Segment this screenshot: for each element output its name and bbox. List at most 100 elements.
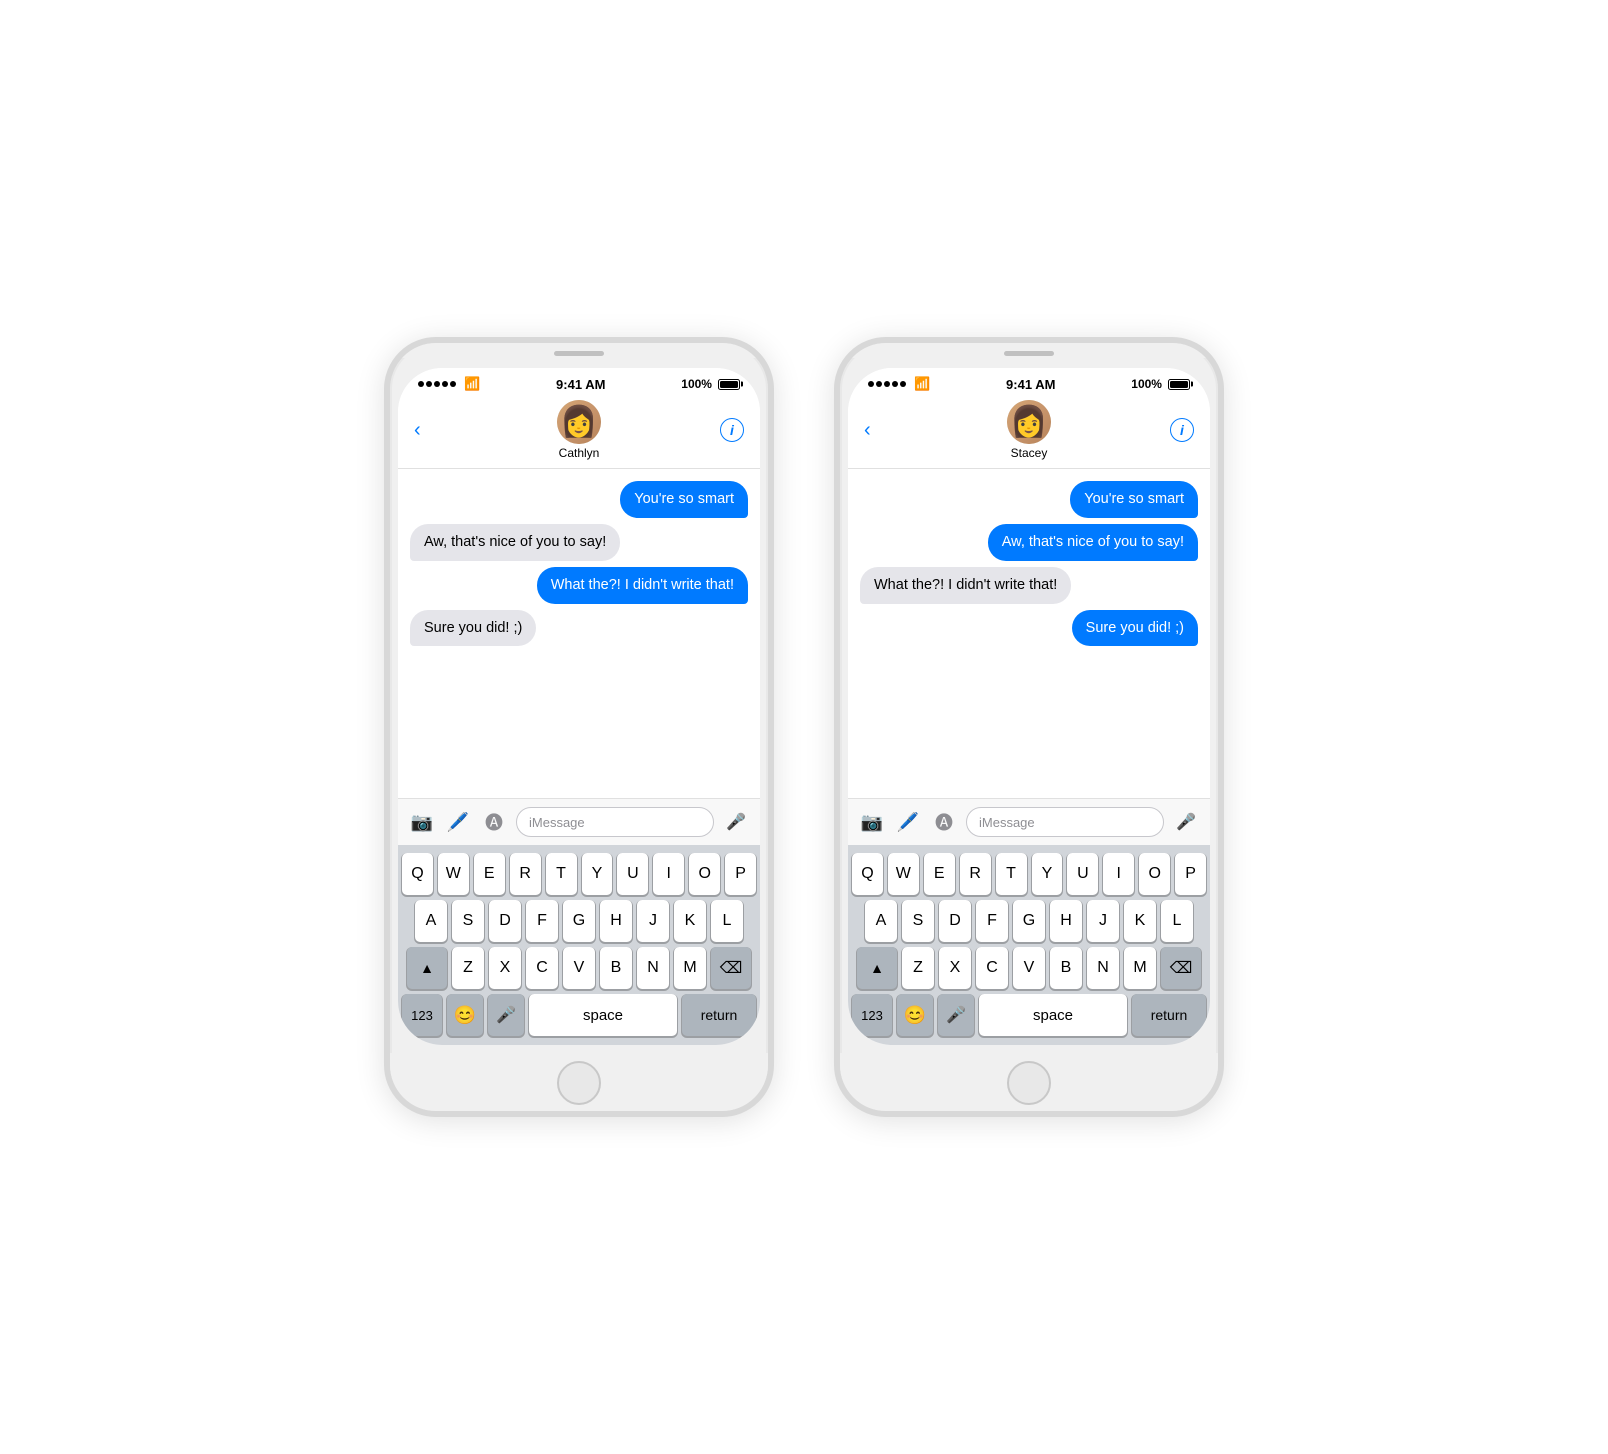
key-mic-right[interactable]: 🎤: [938, 994, 974, 1036]
key-w-right[interactable]: W: [888, 853, 919, 895]
signal-dot: [900, 381, 906, 387]
message-bubble: Sure you did! ;): [410, 610, 536, 647]
key-u-left[interactable]: U: [617, 853, 648, 895]
back-button-right[interactable]: ‹: [864, 419, 904, 442]
imessage-input-right[interactable]: iMessage: [966, 807, 1164, 837]
key-r-left[interactable]: R: [510, 853, 541, 895]
status-time-right: 9:41 AM: [1006, 377, 1055, 392]
key-j-left[interactable]: J: [637, 900, 669, 942]
key-m-left[interactable]: M: [674, 947, 706, 989]
messages-area-right: You're so smart Aw, that's nice of you t…: [848, 469, 1210, 798]
key-y-right[interactable]: Y: [1032, 853, 1063, 895]
key-l-right[interactable]: L: [1161, 900, 1193, 942]
key-x-right[interactable]: X: [939, 947, 971, 989]
home-button-left[interactable]: [557, 1061, 601, 1105]
key-d-right[interactable]: D: [939, 900, 971, 942]
key-shift-left[interactable]: ▲: [407, 947, 447, 989]
key-s-left[interactable]: S: [452, 900, 484, 942]
key-return-left[interactable]: return: [682, 994, 756, 1036]
key-delete-right[interactable]: ⌫: [1161, 947, 1201, 989]
key-space-left[interactable]: space: [529, 994, 677, 1036]
back-button-left[interactable]: ‹: [414, 419, 454, 442]
key-return-right[interactable]: return: [1132, 994, 1206, 1036]
input-placeholder-right: iMessage: [979, 815, 1035, 830]
digital-touch-icon-left[interactable]: 🖊️: [444, 808, 472, 836]
key-v-left[interactable]: V: [563, 947, 595, 989]
key-h-right[interactable]: H: [1050, 900, 1082, 942]
key-t-left[interactable]: T: [546, 853, 577, 895]
message-bubble: You're so smart: [1070, 481, 1198, 518]
key-mic-left[interactable]: 🎤: [488, 994, 524, 1036]
key-b-left[interactable]: B: [600, 947, 632, 989]
key-w-left[interactable]: W: [438, 853, 469, 895]
key-t-right[interactable]: T: [996, 853, 1027, 895]
key-e-left[interactable]: E: [474, 853, 505, 895]
key-z-right[interactable]: Z: [902, 947, 934, 989]
key-n-left[interactable]: N: [637, 947, 669, 989]
kb-row-2-right: A S D F G H J K L: [852, 900, 1206, 942]
key-123-right[interactable]: 123: [852, 994, 892, 1036]
key-g-left[interactable]: G: [563, 900, 595, 942]
key-space-right[interactable]: space: [979, 994, 1127, 1036]
key-x-left[interactable]: X: [489, 947, 521, 989]
camera-icon-left[interactable]: 📷: [408, 808, 436, 836]
imessage-input-left[interactable]: iMessage: [516, 807, 714, 837]
status-left-left: 📶: [418, 376, 480, 392]
key-k-left[interactable]: K: [674, 900, 706, 942]
avatar-face-right: [1007, 400, 1051, 444]
home-button-right[interactable]: [1007, 1061, 1051, 1105]
key-c-right[interactable]: C: [976, 947, 1008, 989]
key-emoji-right[interactable]: 😊: [897, 994, 933, 1036]
key-f-right[interactable]: F: [976, 900, 1008, 942]
phones-container: 📶 9:41 AM 100% ‹: [384, 337, 1224, 1117]
key-f-left[interactable]: F: [526, 900, 558, 942]
battery-icon-left: [716, 379, 740, 390]
key-p-left[interactable]: P: [725, 853, 756, 895]
key-l-left[interactable]: L: [711, 900, 743, 942]
home-area-left: [390, 1053, 768, 1111]
key-i-right[interactable]: I: [1103, 853, 1134, 895]
key-123-left[interactable]: 123: [402, 994, 442, 1036]
signal-dot: [450, 381, 456, 387]
key-o-left[interactable]: O: [689, 853, 720, 895]
mic-icon-right[interactable]: 🎤: [1172, 808, 1200, 836]
key-e-right[interactable]: E: [924, 853, 955, 895]
key-delete-left[interactable]: ⌫: [711, 947, 751, 989]
appstore-icon-right[interactable]: 🅐: [930, 808, 958, 836]
key-p-right[interactable]: P: [1175, 853, 1206, 895]
key-n-right[interactable]: N: [1087, 947, 1119, 989]
key-shift-right[interactable]: ▲: [857, 947, 897, 989]
key-d-left[interactable]: D: [489, 900, 521, 942]
key-v-right[interactable]: V: [1013, 947, 1045, 989]
key-q-left[interactable]: Q: [402, 853, 433, 895]
key-h-left[interactable]: H: [600, 900, 632, 942]
info-button-right[interactable]: i: [1170, 418, 1194, 442]
input-placeholder-left: iMessage: [529, 815, 585, 830]
kb-row-4-right: 123 😊 🎤 space return: [852, 994, 1206, 1036]
key-j-right[interactable]: J: [1087, 900, 1119, 942]
key-k-right[interactable]: K: [1124, 900, 1156, 942]
key-q-right[interactable]: Q: [852, 853, 883, 895]
key-s-right[interactable]: S: [902, 900, 934, 942]
battery-fill-left: [720, 381, 738, 388]
key-a-left[interactable]: A: [415, 900, 447, 942]
camera-icon-right[interactable]: 📷: [858, 808, 886, 836]
key-m-right[interactable]: M: [1124, 947, 1156, 989]
key-z-left[interactable]: Z: [452, 947, 484, 989]
key-g-right[interactable]: G: [1013, 900, 1045, 942]
key-a-right[interactable]: A: [865, 900, 897, 942]
kb-row-3-left: ▲ Z X C V B N M ⌫: [402, 947, 756, 989]
key-u-right[interactable]: U: [1067, 853, 1098, 895]
digital-touch-icon-right[interactable]: 🖊️: [894, 808, 922, 836]
key-c-left[interactable]: C: [526, 947, 558, 989]
key-b-right[interactable]: B: [1050, 947, 1082, 989]
appstore-icon-left[interactable]: 🅐: [480, 808, 508, 836]
info-button-left[interactable]: i: [720, 418, 744, 442]
key-y-left[interactable]: Y: [582, 853, 613, 895]
key-o-right[interactable]: O: [1139, 853, 1170, 895]
screen-left: 📶 9:41 AM 100% ‹: [398, 368, 760, 1045]
mic-icon-left[interactable]: 🎤: [722, 808, 750, 836]
key-r-right[interactable]: R: [960, 853, 991, 895]
key-i-left[interactable]: I: [653, 853, 684, 895]
key-emoji-left[interactable]: 😊: [447, 994, 483, 1036]
